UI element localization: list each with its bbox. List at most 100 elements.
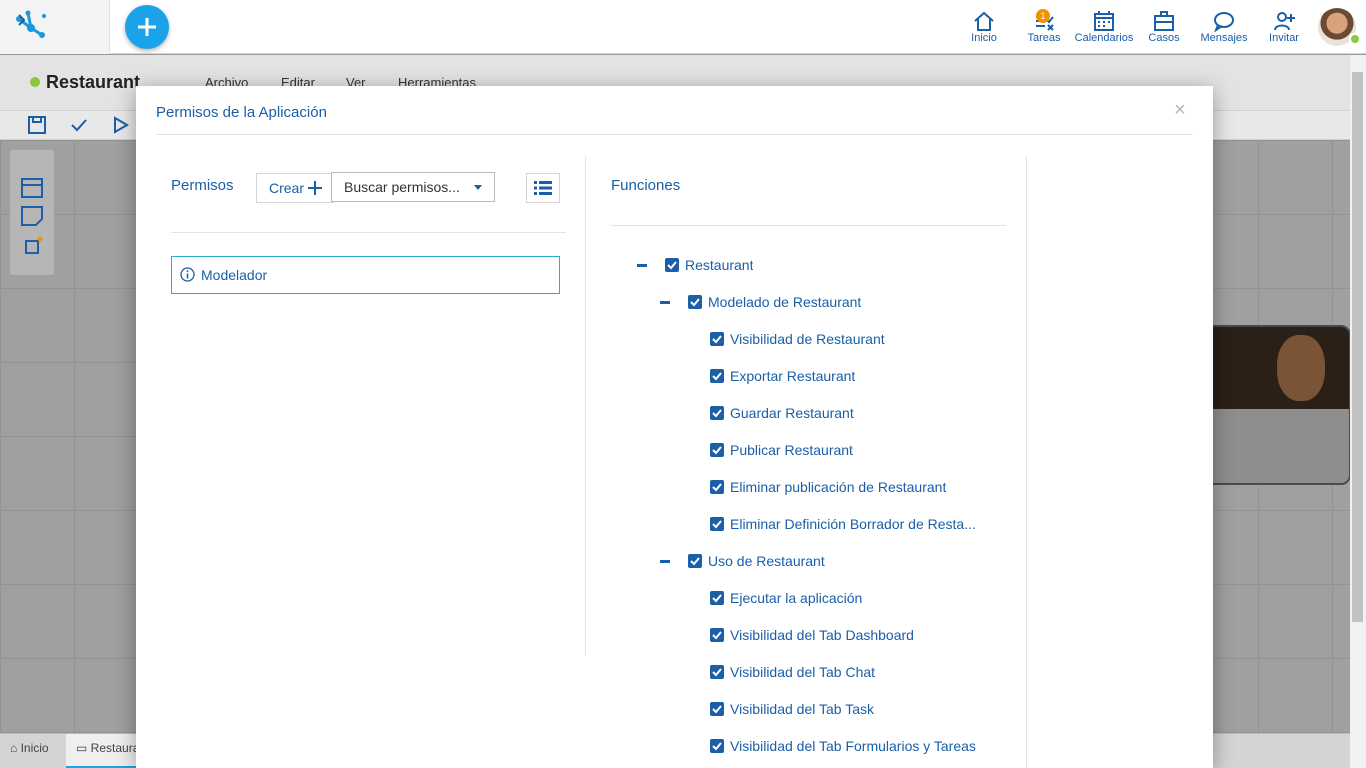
plus-icon <box>138 18 156 36</box>
function-label: Visibilidad del Tab Chat <box>730 664 876 680</box>
permission-item-modelador[interactable]: Modelador <box>171 256 560 294</box>
permissions-heading: Permisos <box>171 177 234 194</box>
collapse-toggle-icon[interactable] <box>660 301 670 304</box>
function-label: Ejecutar la aplicación <box>730 590 863 606</box>
tasks-badge: 1 <box>1036 9 1050 23</box>
checkbox[interactable] <box>710 443 724 457</box>
function-label: Modelado de Restaurant <box>708 294 862 310</box>
check-icon <box>712 594 722 603</box>
function-label: Eliminar publicación de Restaurant <box>730 479 947 495</box>
process-icon[interactable] <box>21 236 43 258</box>
nav-mensajes[interactable]: Mensajes <box>1193 0 1255 54</box>
nav-invitar[interactable]: Invitar <box>1253 0 1315 54</box>
checkbox[interactable] <box>710 591 724 605</box>
bottom-tab-inicio[interactable]: ⌂ Inicio <box>0 734 59 768</box>
search-permissions-dropdown[interactable]: Buscar permisos... <box>331 172 495 202</box>
nav-label: Tareas <box>1027 32 1061 44</box>
check-icon <box>712 372 722 381</box>
check-icon <box>712 742 722 751</box>
checkbox[interactable] <box>710 332 724 346</box>
collapse-toggle-icon[interactable] <box>660 560 670 563</box>
permissions-dialog: Permisos de la Aplicación × Permisos Cre… <box>136 86 1213 768</box>
function-tree-item[interactable]: Visibilidad del Tab Task <box>710 701 1002 721</box>
create-label: Crear <box>269 180 305 196</box>
checkbox[interactable] <box>688 554 702 568</box>
function-tree-item[interactable]: Restaurant <box>665 257 1002 277</box>
check-icon <box>712 446 722 455</box>
check-icon <box>712 631 722 640</box>
check-icon <box>712 520 722 529</box>
function-label: Publicar Restaurant <box>730 442 853 458</box>
check-icon <box>690 298 700 307</box>
check-icon <box>690 557 700 566</box>
add-button[interactable] <box>125 5 169 49</box>
nav-inicio[interactable]: Inicio <box>953 0 1015 54</box>
list-icon <box>534 181 552 195</box>
logo-area[interactable] <box>0 0 110 54</box>
function-tree-item[interactable]: Publicar Restaurant <box>710 442 1002 462</box>
note-icon[interactable] <box>21 206 43 226</box>
checkbox[interactable] <box>710 739 724 753</box>
function-label: Exportar Restaurant <box>730 368 856 384</box>
permission-name: Modelador <box>201 267 268 283</box>
divider <box>611 225 1006 226</box>
home-icon: ⌂ <box>10 741 21 755</box>
list-view-button[interactable] <box>526 173 560 203</box>
nav-label: Casos <box>1148 32 1180 44</box>
checkbox[interactable] <box>710 369 724 383</box>
divider <box>171 232 566 233</box>
function-tree-item[interactable]: Visibilidad de Restaurant <box>710 331 1002 351</box>
checkbox[interactable] <box>710 702 724 716</box>
nav-label: Inicio <box>971 32 997 44</box>
function-tree-item[interactable]: Visibilidad del Tab Formularios y Tareas <box>710 738 1002 758</box>
checkbox[interactable] <box>710 517 724 531</box>
function-tree-item[interactable]: Uso de Restaurant <box>688 553 1002 573</box>
preview-thumbnail <box>1205 325 1351 485</box>
function-tree-item[interactable]: Eliminar Definición Borrador de Resta... <box>710 516 1002 536</box>
check-icon <box>667 261 677 270</box>
checkbox[interactable] <box>688 295 702 309</box>
play-icon[interactable] <box>112 116 130 134</box>
nav-calendarios[interactable]: Calendarios <box>1073 0 1135 54</box>
app-status-dot <box>30 77 40 87</box>
app-title: Restaurant <box>46 72 141 92</box>
create-permission-button[interactable]: Crear <box>256 173 334 203</box>
briefcase-icon <box>1154 11 1174 31</box>
save-icon[interactable] <box>28 116 46 134</box>
shapes-palette <box>10 150 54 275</box>
home-icon <box>974 11 994 31</box>
function-label: Eliminar Definición Borrador de Resta... <box>730 516 976 532</box>
checkbox[interactable] <box>710 665 724 679</box>
nav-casos[interactable]: Casos <box>1133 0 1195 54</box>
caret-down-icon <box>474 185 482 190</box>
chevron-right-icon[interactable] <box>14 10 30 30</box>
function-tree-item[interactable]: Visibilidad del Tab Chat <box>710 664 1002 684</box>
functions-heading: Funciones <box>611 177 681 194</box>
nav-tareas[interactable]: 1 Tareas <box>1013 0 1075 54</box>
checkbox[interactable] <box>665 258 679 272</box>
function-tree-item[interactable]: Exportar Restaurant <box>710 368 1002 388</box>
check-icon[interactable] <box>70 116 88 134</box>
function-label: Visibilidad del Tab Dashboard <box>730 627 914 643</box>
top-header: Inicio 1 Tareas Calendarios Casos Mensaj… <box>0 0 1366 54</box>
collapse-toggle-icon[interactable] <box>637 264 647 267</box>
divider <box>156 134 1193 135</box>
bottom-tab-label: Inicio <box>20 741 49 755</box>
checkbox[interactable] <box>710 480 724 494</box>
form-icon[interactable] <box>21 178 43 198</box>
checkbox[interactable] <box>710 406 724 420</box>
function-tree-item[interactable]: Visibilidad del Tab Dashboard <box>710 627 1002 647</box>
nav-label: Mensajes <box>1200 32 1248 44</box>
bottom-tab-restaurant[interactable]: ▭ Restaura <box>66 734 138 768</box>
nav-label: Calendarios <box>1074 32 1134 44</box>
function-tree-item[interactable]: Modelado de Restaurant <box>688 294 1002 314</box>
function-label: Restaurant <box>685 257 754 273</box>
dialog-title: Permisos de la Aplicación <box>156 104 327 121</box>
scrollbar-thumb[interactable] <box>1352 72 1363 622</box>
function-tree-item[interactable]: Eliminar publicación de Restaurant <box>710 479 1002 499</box>
function-tree-item[interactable]: Ejecutar la aplicación <box>710 590 1002 610</box>
close-icon[interactable]: × <box>1174 99 1186 122</box>
checkbox[interactable] <box>710 628 724 642</box>
function-label: Visibilidad del Tab Task <box>730 701 874 717</box>
function-tree-item[interactable]: Guardar Restaurant <box>710 405 1002 425</box>
